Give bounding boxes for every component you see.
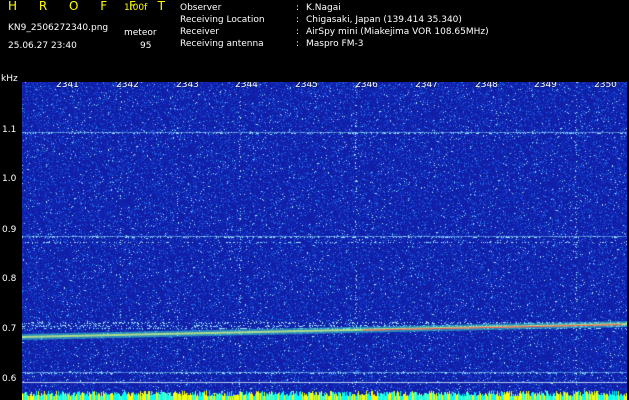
receiver-value: AirSpy mini (Miakejima VOR 108.65MHz): [306, 27, 489, 37]
receiver-label: Receiver: [180, 27, 219, 37]
location-label: Receiving Location: [180, 15, 265, 25]
x-tick-label: 2347: [415, 82, 438, 90]
location-value: Chigasaki, Japan (139.414 35.340): [306, 15, 462, 25]
spectrogram-plot: 2341 2342 2343 2344 2345 2346 2347 2348 …: [22, 82, 627, 400]
info-separator: :: [296, 27, 300, 37]
y-tick-label: 0.9: [2, 225, 17, 235]
info-separator: :: [296, 39, 300, 49]
y-tick-label: 1.1: [2, 125, 17, 135]
x-tick-label: 2348: [475, 82, 498, 90]
x-tick-label: 2346: [355, 82, 378, 90]
antenna-label: Receiving antenna: [180, 39, 264, 49]
y-tick-label: 0.6: [2, 374, 17, 384]
meteor-label: meteor: [124, 28, 157, 38]
app-title: H R O F F T: [8, 0, 175, 13]
y-tick-label: 1.0: [2, 174, 17, 184]
y-tick-label: 0.7: [2, 324, 17, 334]
x-tick-label: 2350: [594, 82, 617, 90]
x-tick-label: 2344: [235, 82, 258, 90]
x-tick-label: 2343: [176, 82, 199, 90]
meteor-count: 95: [140, 41, 152, 51]
x-tick-label: 2342: [116, 82, 139, 90]
info-separator: :: [296, 15, 300, 25]
y-unit-label: kHz: [1, 74, 18, 84]
observer-value: K.Nagai: [306, 3, 341, 13]
y-tick-label: 0.8: [2, 274, 17, 284]
version-label: 1.00f: [124, 3, 148, 13]
spectrogram-canvas: [22, 82, 627, 400]
timestamp: 25.06.27 23:40: [8, 41, 77, 51]
x-tick-label: 2341: [56, 82, 79, 90]
file-name: KN9_2506272340.png: [8, 23, 109, 33]
x-tick-label: 2349: [534, 82, 557, 90]
antenna-value: Maspro FM-3: [306, 39, 364, 49]
observer-label: Observer: [180, 3, 222, 13]
hrofft-window: H R O F F T 1.00f KN9_2506272340.png met…: [0, 0, 629, 400]
x-tick-label: 2345: [295, 82, 318, 90]
info-separator: :: [296, 3, 300, 13]
